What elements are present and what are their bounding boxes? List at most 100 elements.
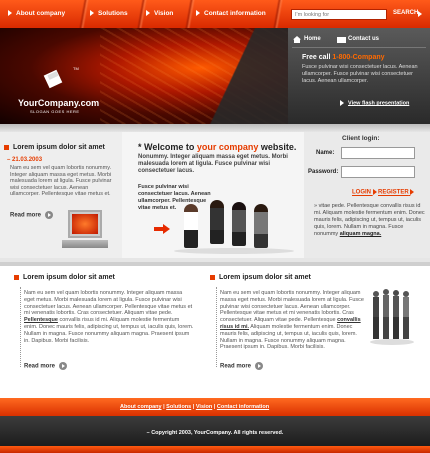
nav-item-label: About company bbox=[16, 10, 66, 17]
read-more-link[interactable]: Read more bbox=[220, 362, 264, 370]
search-button[interactable]: SEARCH bbox=[393, 10, 418, 16]
client-login-column: Client login: Name: Password: LOGIN REGI… bbox=[304, 132, 430, 258]
arrow-right-icon bbox=[418, 11, 422, 17]
page: About company Solutions Vision Contact i… bbox=[0, 0, 430, 453]
arrow-right-icon bbox=[146, 10, 150, 17]
section-text: Nam eu sem vel quam lobortis nonummy. In… bbox=[24, 290, 194, 344]
top-navigation: About company Solutions Vision Contact i… bbox=[0, 0, 430, 28]
nav-item-label: Solutions bbox=[98, 10, 128, 17]
person-figure bbox=[184, 204, 198, 248]
info-panel: Home Contact us Free call 1-800-Company … bbox=[288, 28, 430, 124]
contact-us-link[interactable]: Contact us bbox=[348, 36, 379, 42]
person-figure bbox=[254, 204, 268, 248]
heading-text: Lorem ipsum dolor sit amet bbox=[13, 144, 105, 151]
company-name[interactable]: YourCompany.com bbox=[18, 98, 99, 108]
slogan: SLOGAN GOES HERE bbox=[30, 109, 80, 114]
arrow-circle-icon bbox=[255, 362, 264, 370]
separator: | bbox=[163, 404, 165, 410]
login-title: Client login: bbox=[342, 135, 380, 142]
news-text: Nam eu sem vel quam lobortis nonummy. In… bbox=[10, 165, 112, 197]
left-news-column: Lorem ipsum dolor sit amet – 21.03.2003 … bbox=[0, 132, 122, 258]
read-more-label: Read more bbox=[220, 363, 252, 370]
copyright: – Copyright 2003, YourCompany. All right… bbox=[146, 430, 284, 436]
heading-text: Lorem ipsum dolor sit amet bbox=[219, 274, 311, 281]
news-date: – 21.03.2003 bbox=[7, 157, 43, 163]
login-button[interactable]: LOGIN bbox=[352, 189, 381, 196]
date-text: 21.03.2003 bbox=[12, 157, 43, 163]
arrow-right-icon bbox=[196, 10, 200, 17]
read-more-link[interactable]: Read more bbox=[24, 362, 68, 370]
separator: | bbox=[213, 404, 216, 410]
welcome-title: * Welcome to your company website. bbox=[138, 142, 296, 152]
bullet-square-icon bbox=[4, 144, 9, 150]
password-field[interactable] bbox=[341, 166, 415, 178]
trademark: TM bbox=[73, 66, 79, 71]
nav-item-vision[interactable]: Vision bbox=[146, 0, 173, 28]
free-call-label: Free call bbox=[302, 54, 331, 61]
dotted-divider bbox=[20, 287, 21, 367]
computer-monitor-image bbox=[68, 210, 102, 238]
home-link[interactable]: Home bbox=[304, 36, 321, 42]
divider bbox=[292, 47, 426, 48]
view-flash-label: View flash presentation bbox=[348, 100, 410, 107]
inline-link[interactable]: Pellentesque bbox=[24, 317, 58, 323]
password-label: Password: bbox=[308, 169, 339, 175]
bullet-square-icon bbox=[14, 274, 19, 280]
welcome-suffix: website. bbox=[260, 142, 297, 152]
section-heading: Lorem ipsum dolor sit amet bbox=[4, 144, 105, 151]
person-figure bbox=[232, 202, 246, 246]
business-group-photo bbox=[370, 289, 414, 345]
dotted-divider bbox=[216, 287, 217, 367]
nav-separator bbox=[270, 0, 284, 28]
arrow-circle-icon bbox=[45, 211, 54, 219]
register-label: REGISTER bbox=[378, 189, 409, 196]
footer-navigation: About company | Solutions | Vision | Con… bbox=[0, 398, 430, 416]
search-input[interactable] bbox=[291, 9, 387, 20]
login-text: » vitae pede. Pellentesque convallis ris… bbox=[314, 203, 426, 238]
nav-item-label: Contact information bbox=[204, 10, 266, 17]
read-more-label: Read more bbox=[10, 212, 42, 219]
footer-link-contact[interactable]: Contact information bbox=[217, 404, 269, 410]
people-shadow bbox=[174, 248, 294, 254]
section-heading: Lorem ipsum dolor sit amet bbox=[210, 274, 311, 281]
welcome-text: Nonummy. Integer aliquam massa eget metu… bbox=[138, 154, 288, 174]
free-call: Free call 1-800-Company bbox=[302, 54, 385, 61]
welcome-prefix: * Welcome to bbox=[138, 142, 195, 152]
view-flash-link[interactable]: View flash presentation bbox=[340, 100, 409, 106]
separator: | bbox=[192, 404, 195, 410]
arrow-right-icon bbox=[8, 10, 12, 17]
footer-link-vision[interactable]: Vision bbox=[196, 404, 212, 410]
home-icon bbox=[293, 36, 301, 43]
nav-item-solutions[interactable]: Solutions bbox=[90, 0, 128, 28]
nav-separator bbox=[76, 0, 90, 28]
nav-item-about[interactable]: About company bbox=[8, 0, 65, 28]
red-arrow-icon bbox=[154, 224, 170, 234]
footer-link-about[interactable]: About company bbox=[120, 404, 162, 410]
mail-icon bbox=[337, 37, 346, 43]
computer-base-image bbox=[62, 240, 108, 248]
nav-item-contact[interactable]: Contact information bbox=[196, 0, 266, 28]
name-field[interactable] bbox=[341, 147, 415, 159]
person-figure bbox=[210, 200, 224, 244]
arrow-right-icon bbox=[90, 10, 94, 17]
banner-diagonal bbox=[180, 28, 288, 124]
register-button[interactable]: REGISTER bbox=[378, 189, 418, 196]
welcome-highlight: your company bbox=[196, 142, 259, 152]
welcome-note: Fusce pulvinar wisi consectetuer lacus. … bbox=[138, 184, 211, 211]
name-label: Name: bbox=[316, 150, 335, 156]
welcome-column: * Welcome to your company website. Nonum… bbox=[122, 132, 304, 258]
text-part: Nam eu sem vel quam lobortis nonummy. In… bbox=[24, 290, 193, 317]
arrow-circle-icon bbox=[59, 362, 68, 370]
arrow-right-icon bbox=[410, 189, 415, 195]
footer-accent-strip bbox=[0, 446, 430, 453]
arrow-right-icon bbox=[372, 189, 377, 195]
arrow-right-icon bbox=[340, 100, 344, 106]
footer-link-solutions[interactable]: Solutions bbox=[166, 404, 191, 410]
footer-links: About company | Solutions | Vision | Con… bbox=[120, 404, 269, 410]
bottom-right-section: Lorem ipsum dolor sit amet Nam eu sem ve… bbox=[210, 262, 430, 398]
more-link[interactable]: aliquam magna. bbox=[340, 231, 382, 237]
heading-text: Lorem ipsum dolor sit amet bbox=[23, 274, 115, 281]
header-banner: TM YourCompany.com SLOGAN GOES HERE bbox=[0, 28, 288, 124]
nav-separator bbox=[182, 0, 196, 28]
read-more-link[interactable]: Read more bbox=[10, 211, 54, 219]
